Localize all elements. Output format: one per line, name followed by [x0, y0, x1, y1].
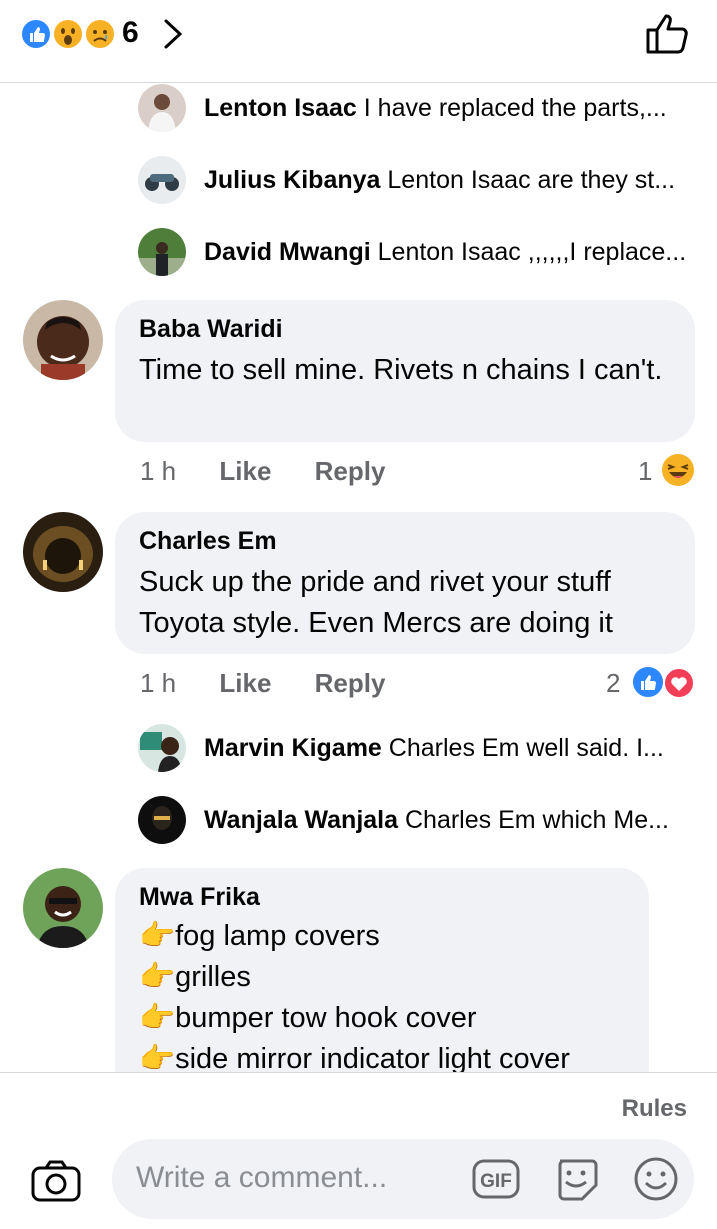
pointing-hand-icon: 👉 [139, 1002, 176, 1034]
comment-reactions[interactable]: 1 [638, 456, 652, 487]
love-reaction-icon [662, 666, 696, 705]
comment-time: 1 h [140, 668, 177, 698]
haha-reaction-icon [660, 452, 696, 493]
comment-actions: 1 h Like Reply [140, 668, 421, 699]
reply-item[interactable]: Lenton Isaac I have replaced the parts,.… [138, 84, 698, 132]
reply-preview: I have replaced the parts,... [363, 94, 667, 122]
avatar[interactable] [23, 512, 103, 592]
comment-text: Suck up the pride and rivet your stuff T… [139, 566, 613, 639]
reply-author: David Mwangi [204, 238, 371, 266]
reply-link[interactable]: Reply [315, 668, 386, 698]
comment-text: Time to sell mine. Rivets n chains I can… [139, 354, 663, 386]
comment-text: 👉fog lamp covers 👉grilles 👉bumper tow ho… [139, 916, 625, 1080]
reaction-count: 6 [122, 16, 139, 49]
reply-link[interactable]: Reply [315, 456, 386, 486]
gif-button[interactable]: GIF [472, 1157, 520, 1206]
comment-placeholder: Write a comment... [136, 1161, 388, 1194]
like-reaction-icon [630, 664, 666, 705]
list-item: 👉fog lamp covers [139, 920, 380, 952]
comment-reaction-count: 1 [638, 456, 653, 486]
reply-preview: Charles Em well said. I... [388, 734, 664, 762]
svg-text:GIF: GIF [480, 1171, 512, 1192]
rules-link[interactable]: Rules [622, 1095, 687, 1123]
reply-author: Lenton Isaac [204, 94, 357, 122]
comment-author[interactable]: Baba Waridi [139, 314, 671, 344]
sad-reaction-icon [84, 18, 116, 50]
reply-preview: Lenton Isaac are they st... [387, 166, 676, 194]
reply-author: Julius Kibanya [204, 166, 381, 194]
avatar[interactable] [23, 300, 103, 380]
reply-item[interactable]: Julius Kibanya Lenton Isaac are they st.… [138, 156, 698, 204]
comment-actions: 1 h Like Reply [140, 456, 421, 487]
comment-bubble[interactable]: Mwa Frika 👉fog lamp covers 👉grilles 👉bum… [115, 868, 649, 1098]
comment-reactions[interactable]: 2 [606, 668, 620, 699]
reactions-header: 6 [0, 0, 717, 83]
avatar[interactable] [138, 724, 186, 772]
emoji-icon[interactable] [632, 1155, 680, 1208]
avatar[interactable] [138, 156, 186, 204]
avatar[interactable] [23, 868, 103, 948]
reply-author: Marvin Kigame [204, 734, 382, 762]
like-link[interactable]: Like [219, 668, 271, 698]
pointing-hand-icon: 👉 [139, 961, 176, 993]
camera-icon[interactable] [30, 1159, 82, 1208]
reply-item[interactable]: Marvin Kigame Charles Em well said. I... [138, 724, 698, 772]
comment-time: 1 h [140, 456, 177, 486]
comment-bubble[interactable]: Charles Em Suck up the pride and rivet y… [115, 512, 695, 654]
like-reaction-icon [20, 18, 52, 50]
wow-reaction-icon [52, 18, 84, 50]
comment-input[interactable]: Write a comment... GIF [112, 1139, 694, 1219]
like-link[interactable]: Like [219, 456, 271, 486]
pointing-hand-icon: 👉 [139, 1043, 176, 1075]
reply-author: Wanjala Wanjala [204, 806, 399, 834]
list-item: 👉grilles [139, 961, 251, 993]
comment-bubble[interactable]: Baba Waridi Time to sell mine. Rivets n … [115, 300, 695, 442]
chevron-right-icon [160, 18, 186, 55]
reply-preview: Charles Em which Me... [404, 806, 669, 834]
sticker-icon[interactable] [552, 1155, 600, 1208]
reply-item[interactable]: David Mwangi Lenton Isaac ,,,,,,I replac… [138, 228, 698, 276]
comment-author[interactable]: Charles Em [139, 526, 671, 556]
list-item: 👉bumper tow hook cover [139, 1002, 477, 1034]
comment-author[interactable]: Mwa Frika [139, 882, 625, 912]
comment-composer-area: Rules Write a comment... GIF [0, 1072, 717, 1229]
comment-reaction-count: 2 [606, 668, 621, 698]
avatar[interactable] [138, 796, 186, 844]
reply-item[interactable]: Wanjala Wanjala Charles Em which Me... [138, 796, 698, 844]
avatar[interactable] [138, 228, 186, 276]
reply-preview: Lenton Isaac ,,,,,,I replace... [377, 238, 687, 266]
pointing-hand-icon: 👉 [139, 920, 176, 952]
like-button-icon[interactable] [644, 12, 692, 61]
avatar[interactable] [138, 84, 186, 132]
